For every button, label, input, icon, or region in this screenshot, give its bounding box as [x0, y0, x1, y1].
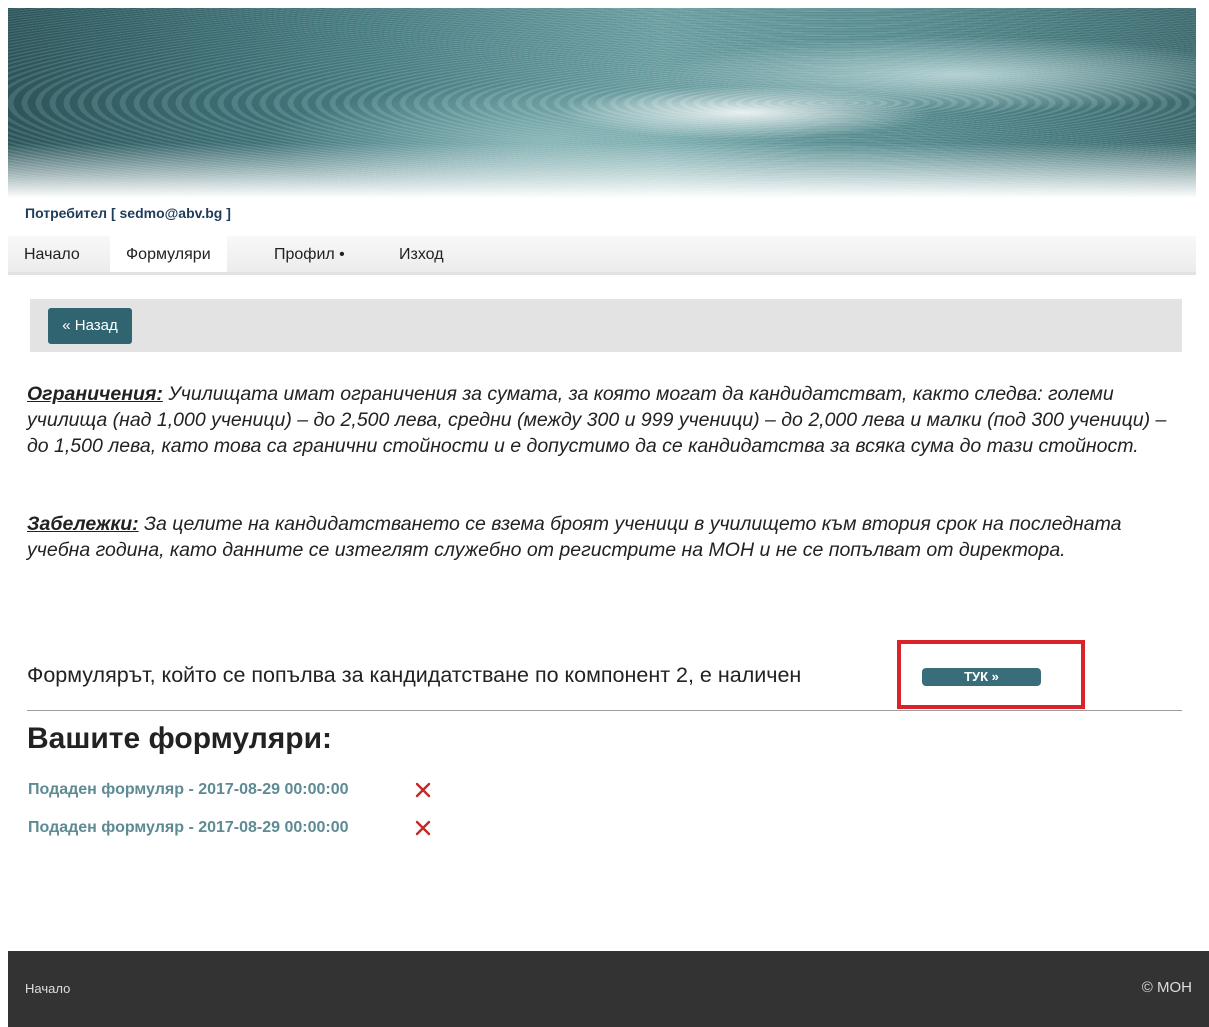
submitted-form-link[interactable]: Подаден формуляр - 2017-08-29 00:00:00	[28, 779, 349, 801]
nav-item-profile[interactable]: Профил •	[258, 236, 361, 272]
notes-paragraph: Забележки: За целите на кандидатстването…	[27, 511, 1187, 563]
back-button[interactable]: « Назад	[48, 308, 132, 344]
footer-copyright: © МОН	[1141, 979, 1192, 996]
footer-home-link[interactable]: Начало	[25, 981, 70, 996]
submitted-form-link[interactable]: Подаден формуляр - 2017-08-29 00:00:00	[28, 817, 349, 839]
current-user: Потребител [ sedmo@abv.bg ]	[25, 205, 231, 221]
notes-label: Забележки:	[27, 513, 139, 535]
nav-item-forms[interactable]: Формуляри	[110, 236, 227, 272]
header-banner	[8, 8, 1196, 198]
notes-text: За целите на кандидатстването се взема б…	[27, 513, 1122, 561]
footer: Начало © МОН	[8, 951, 1209, 1027]
restrictions-paragraph: Ограничения: Училищата имат ограничения …	[27, 381, 1187, 459]
nav-item-home[interactable]: Начало	[8, 236, 96, 272]
nav-item-logout[interactable]: Изход	[383, 236, 460, 272]
your-forms-title: Вашите формуляри:	[27, 722, 333, 755]
toolbar: « Назад	[30, 299, 1182, 352]
restrictions-label: Ограничения:	[27, 383, 163, 405]
restrictions-text: Училищата имат ограничения за сумата, за…	[27, 383, 1167, 457]
form-availability-text: Формулярът, който се попълва за кандидат…	[27, 663, 802, 687]
main-navigation: Начало Формуляри Профил • Изход	[8, 236, 1196, 275]
section-divider	[27, 710, 1182, 711]
delete-x-icon[interactable]	[414, 781, 432, 799]
highlight-annotation-box	[897, 640, 1085, 709]
delete-x-icon[interactable]	[414, 819, 432, 837]
